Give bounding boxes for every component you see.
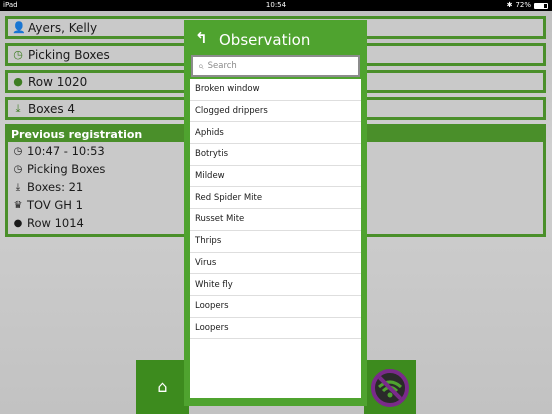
search-input[interactable]: [207, 61, 348, 71]
home-button[interactable]: ⌂: [136, 360, 189, 414]
location-pin-icon: ●: [13, 75, 23, 88]
user-icon: 👤: [12, 21, 26, 34]
location-pin-icon: ●: [13, 217, 23, 229]
clock-icon: ◷: [13, 48, 23, 61]
search-icon: ⌕: [198, 60, 204, 72]
list-item[interactable]: Clogged drippers: [190, 101, 361, 123]
battery-icon: [534, 2, 548, 9]
previous-location: TOV GH 1: [27, 198, 83, 212]
activity-label: Picking Boxes: [28, 47, 110, 62]
back-arrow-icon[interactable]: ↰: [195, 29, 208, 47]
wifi-off-icon: [371, 369, 409, 407]
status-time: 10:54: [265, 1, 287, 9]
row-label: Row 1020: [28, 74, 88, 89]
list-item[interactable]: Aphids: [190, 122, 361, 145]
list-item[interactable]: Botrytis: [190, 144, 361, 166]
crown-icon: ♛: [13, 199, 23, 211]
status-right: ✱ 72%: [507, 0, 548, 11]
list-item[interactable]: Russet Mite: [190, 209, 361, 231]
list-item[interactable]: Virus: [190, 253, 361, 275]
dialog-header: ↰ Observation: [184, 20, 367, 58]
list-item[interactable]: Loopers: [190, 318, 361, 340]
list-item[interactable]: Loopers: [190, 296, 361, 318]
clock-icon: ◷: [13, 163, 23, 175]
home-icon: ⌂: [157, 377, 168, 396]
list-item[interactable]: Thrips: [190, 231, 361, 253]
list-item[interactable]: Red Spider Mite: [190, 187, 361, 210]
download-icon: ⤓: [15, 101, 21, 115]
download-icon: ⤓: [15, 181, 21, 193]
status-bar: iPad 10:54 ✱ 72%: [0, 0, 552, 11]
observation-list: Broken window Clogged drippers Aphids Bo…: [190, 79, 361, 398]
list-item[interactable]: Mildew: [190, 166, 361, 188]
clock-icon: ◷: [13, 145, 23, 157]
bluetooth-icon: ✱: [506, 1, 513, 9]
boxes-label: Boxes 4: [28, 101, 76, 116]
wifi-status-button[interactable]: [364, 360, 416, 414]
previous-row: Row 1014: [27, 216, 84, 230]
list-item[interactable]: Broken window: [190, 79, 361, 101]
previous-boxes: Boxes: 21: [27, 180, 84, 194]
previous-activity: Picking Boxes: [27, 162, 106, 176]
list-item[interactable]: White fly: [190, 274, 361, 296]
user-name: Ayers, Kelly: [28, 20, 98, 35]
search-box[interactable]: ⌕: [191, 55, 360, 77]
dialog-title: Observation: [219, 31, 311, 49]
battery-percent: 72%: [515, 1, 531, 9]
previous-time-range: 10:47 - 10:53: [27, 144, 105, 158]
observation-dialog: ↰ Observation ⌕ Broken window Clogged dr…: [184, 20, 367, 406]
